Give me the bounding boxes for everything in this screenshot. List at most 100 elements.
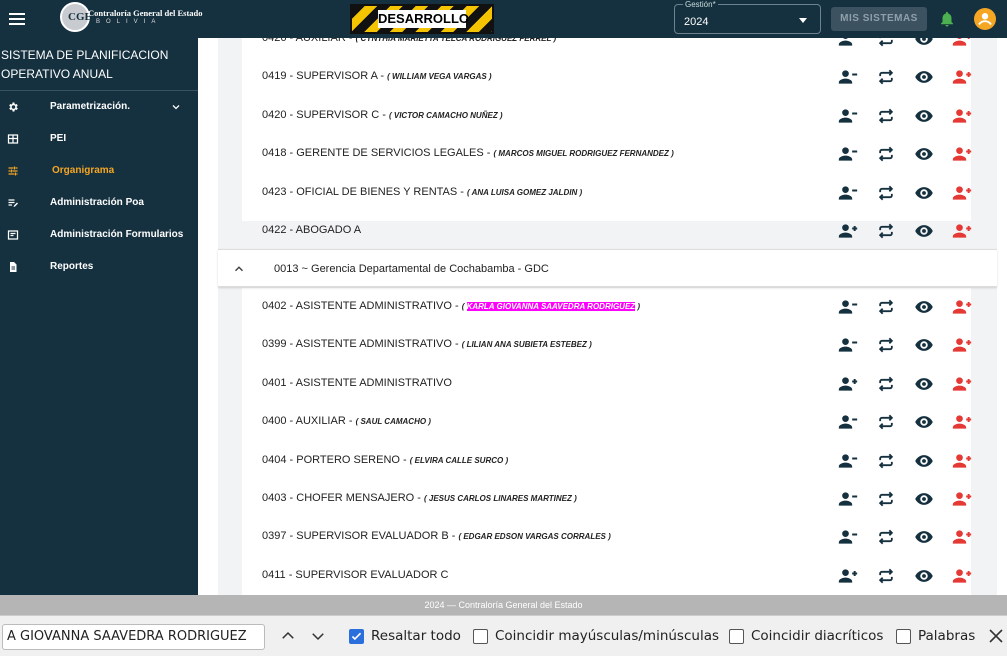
avatar[interactable] [974,8,996,30]
mis-sistemas-button[interactable]: MIS SISTEMAS [831,7,927,31]
eye-icon[interactable] [914,489,934,509]
person-icon[interactable] [838,489,858,509]
separator: - [377,70,388,83]
eye-icon[interactable] [914,106,934,126]
person-icon[interactable] [838,335,858,355]
position-label: 0426 - AUXILIAR - ( CYNTHIA MARIETTA TEL… [262,38,556,44]
checkbox-unchecked[interactable] [896,629,911,644]
separator: - [345,38,356,44]
position-code: 0419 - SUPERVISOR A [262,70,378,83]
person-add-icon[interactable] [838,221,858,241]
eye-icon[interactable] [914,221,934,241]
edit-list-icon [8,199,18,207]
person-icon[interactable] [838,412,858,432]
sidebar-item-pei[interactable]: PEI [0,126,198,152]
org-unit-label: 0013 ~ Gerencia Departamental de Cochaba… [274,263,549,275]
find-bar: A GIOVANNA SAAVEDRA RODRIGUEZ Resaltar t… [0,615,1007,656]
person-add-red-icon[interactable] [952,221,972,241]
person-add-red-icon[interactable] [952,106,972,126]
bell-icon[interactable] [938,10,956,28]
person-add-red-icon[interactable] [952,412,972,432]
person-add-red-icon[interactable] [952,38,972,49]
sidebar-item-administracion-formularios[interactable]: Administración Formularios [0,222,198,248]
person-add-red-icon[interactable] [952,489,972,509]
person-icon[interactable] [838,38,858,49]
position-code: 0426 - AUXILIAR [262,38,346,44]
eye-icon[interactable] [914,297,934,317]
person-add-red-icon[interactable] [952,566,972,586]
environment-badge: DESARROLLO [350,4,494,34]
eye-icon[interactable] [914,374,934,394]
assigned-person: ( JESUS CARLOS LINARES MARTINEZ ) [423,494,577,503]
sidebar-item-reportes[interactable]: Reportes [0,254,198,280]
repeat-icon[interactable] [876,489,896,509]
eye-icon[interactable] [914,527,934,547]
repeat-icon[interactable] [876,335,896,355]
eye-icon[interactable] [914,451,934,471]
separator: - [457,185,467,198]
position-row: 0400 - AUXILIAR - ( SAUL CAMACHO ) [262,403,972,441]
chevron-up-icon[interactable] [232,262,246,276]
eye-icon[interactable] [914,566,934,586]
position-row: 0401 - ASISTENTE ADMINISTRATIVO [262,365,972,403]
person-add-red-icon[interactable] [952,297,972,317]
position-label: 0418 - GERENTE DE SERVICIOS LEGALES - ( … [262,147,674,159]
repeat-icon[interactable] [876,297,896,317]
person-add-red-icon[interactable] [952,144,972,164]
person-add-icon[interactable] [838,374,858,394]
sidebar-item-organigrama[interactable]: Organigrama [0,158,198,184]
sidebar-divider [0,90,198,91]
find-next-icon[interactable] [309,627,327,645]
repeat-icon[interactable] [876,106,896,126]
person-icon[interactable] [838,144,858,164]
eye-icon[interactable] [914,183,934,203]
eye-icon[interactable] [914,144,934,164]
eye-icon[interactable] [914,335,934,355]
sidebar-item-administracion-poa[interactable]: Administración Poa [0,190,198,216]
menu-icon[interactable] [6,7,30,31]
checkbox-checked[interactable] [349,629,364,644]
person-add-icon[interactable] [838,566,858,586]
repeat-icon[interactable] [876,38,896,49]
person-add-red-icon[interactable] [952,67,972,87]
sidebar: SISTEMA DE PLANIFICACION OPERATIVO ANUAL… [0,38,198,595]
close-icon[interactable] [988,628,1004,644]
person-add-red-icon[interactable] [952,527,972,547]
position-row: 0411 - SUPERVISOR EVALUADOR C [262,557,972,595]
repeat-icon[interactable] [876,412,896,432]
person-add-red-icon[interactable] [952,335,972,355]
checkbox-unchecked[interactable] [473,629,488,644]
find-input[interactable]: A GIOVANNA SAAVEDRA RODRIGUEZ [2,624,265,650]
whole-words-label: Palabras [918,628,976,644]
person-icon[interactable] [838,106,858,126]
eye-icon[interactable] [914,38,934,49]
person-add-red-icon[interactable] [952,451,972,471]
position-code: 0411 - SUPERVISOR EVALUADOR C [262,568,449,581]
gestion-select[interactable]: Gestión* 2024 [674,0,821,34]
separator: - [414,492,424,504]
repeat-icon[interactable] [876,144,896,164]
eye-icon[interactable] [914,67,934,87]
assigned-person: ( EDGAR EDSON VARGAS CORRALES ) [458,532,611,542]
position-label: 0397 - SUPERVISOR EVALUADOR B - ( EDGAR … [262,530,611,542]
repeat-icon[interactable] [876,374,896,394]
person-add-red-icon[interactable] [952,374,972,394]
repeat-icon[interactable] [876,566,896,586]
repeat-icon[interactable] [876,527,896,547]
person-add-red-icon[interactable] [952,183,972,203]
person-icon[interactable] [838,451,858,471]
repeat-icon[interactable] [876,67,896,87]
find-previous-icon[interactable] [279,627,297,645]
person-icon[interactable] [838,297,858,317]
checkbox-unchecked[interactable] [729,629,744,644]
sidebar-item-parametrizacion[interactable]: Parametrización. [0,94,198,120]
org-unit-header[interactable]: 0013 ~ Gerencia Departamental de Cochaba… [218,249,997,287]
repeat-icon[interactable] [876,451,896,471]
person-icon[interactable] [838,67,858,87]
person-icon[interactable] [838,527,858,547]
position-row: 0420 - SUPERVISOR C - ( VICTOR CAMACHO N… [262,97,972,135]
repeat-icon[interactable] [876,183,896,203]
eye-icon[interactable] [914,412,934,432]
repeat-icon[interactable] [876,221,896,241]
person-icon[interactable] [838,183,858,203]
